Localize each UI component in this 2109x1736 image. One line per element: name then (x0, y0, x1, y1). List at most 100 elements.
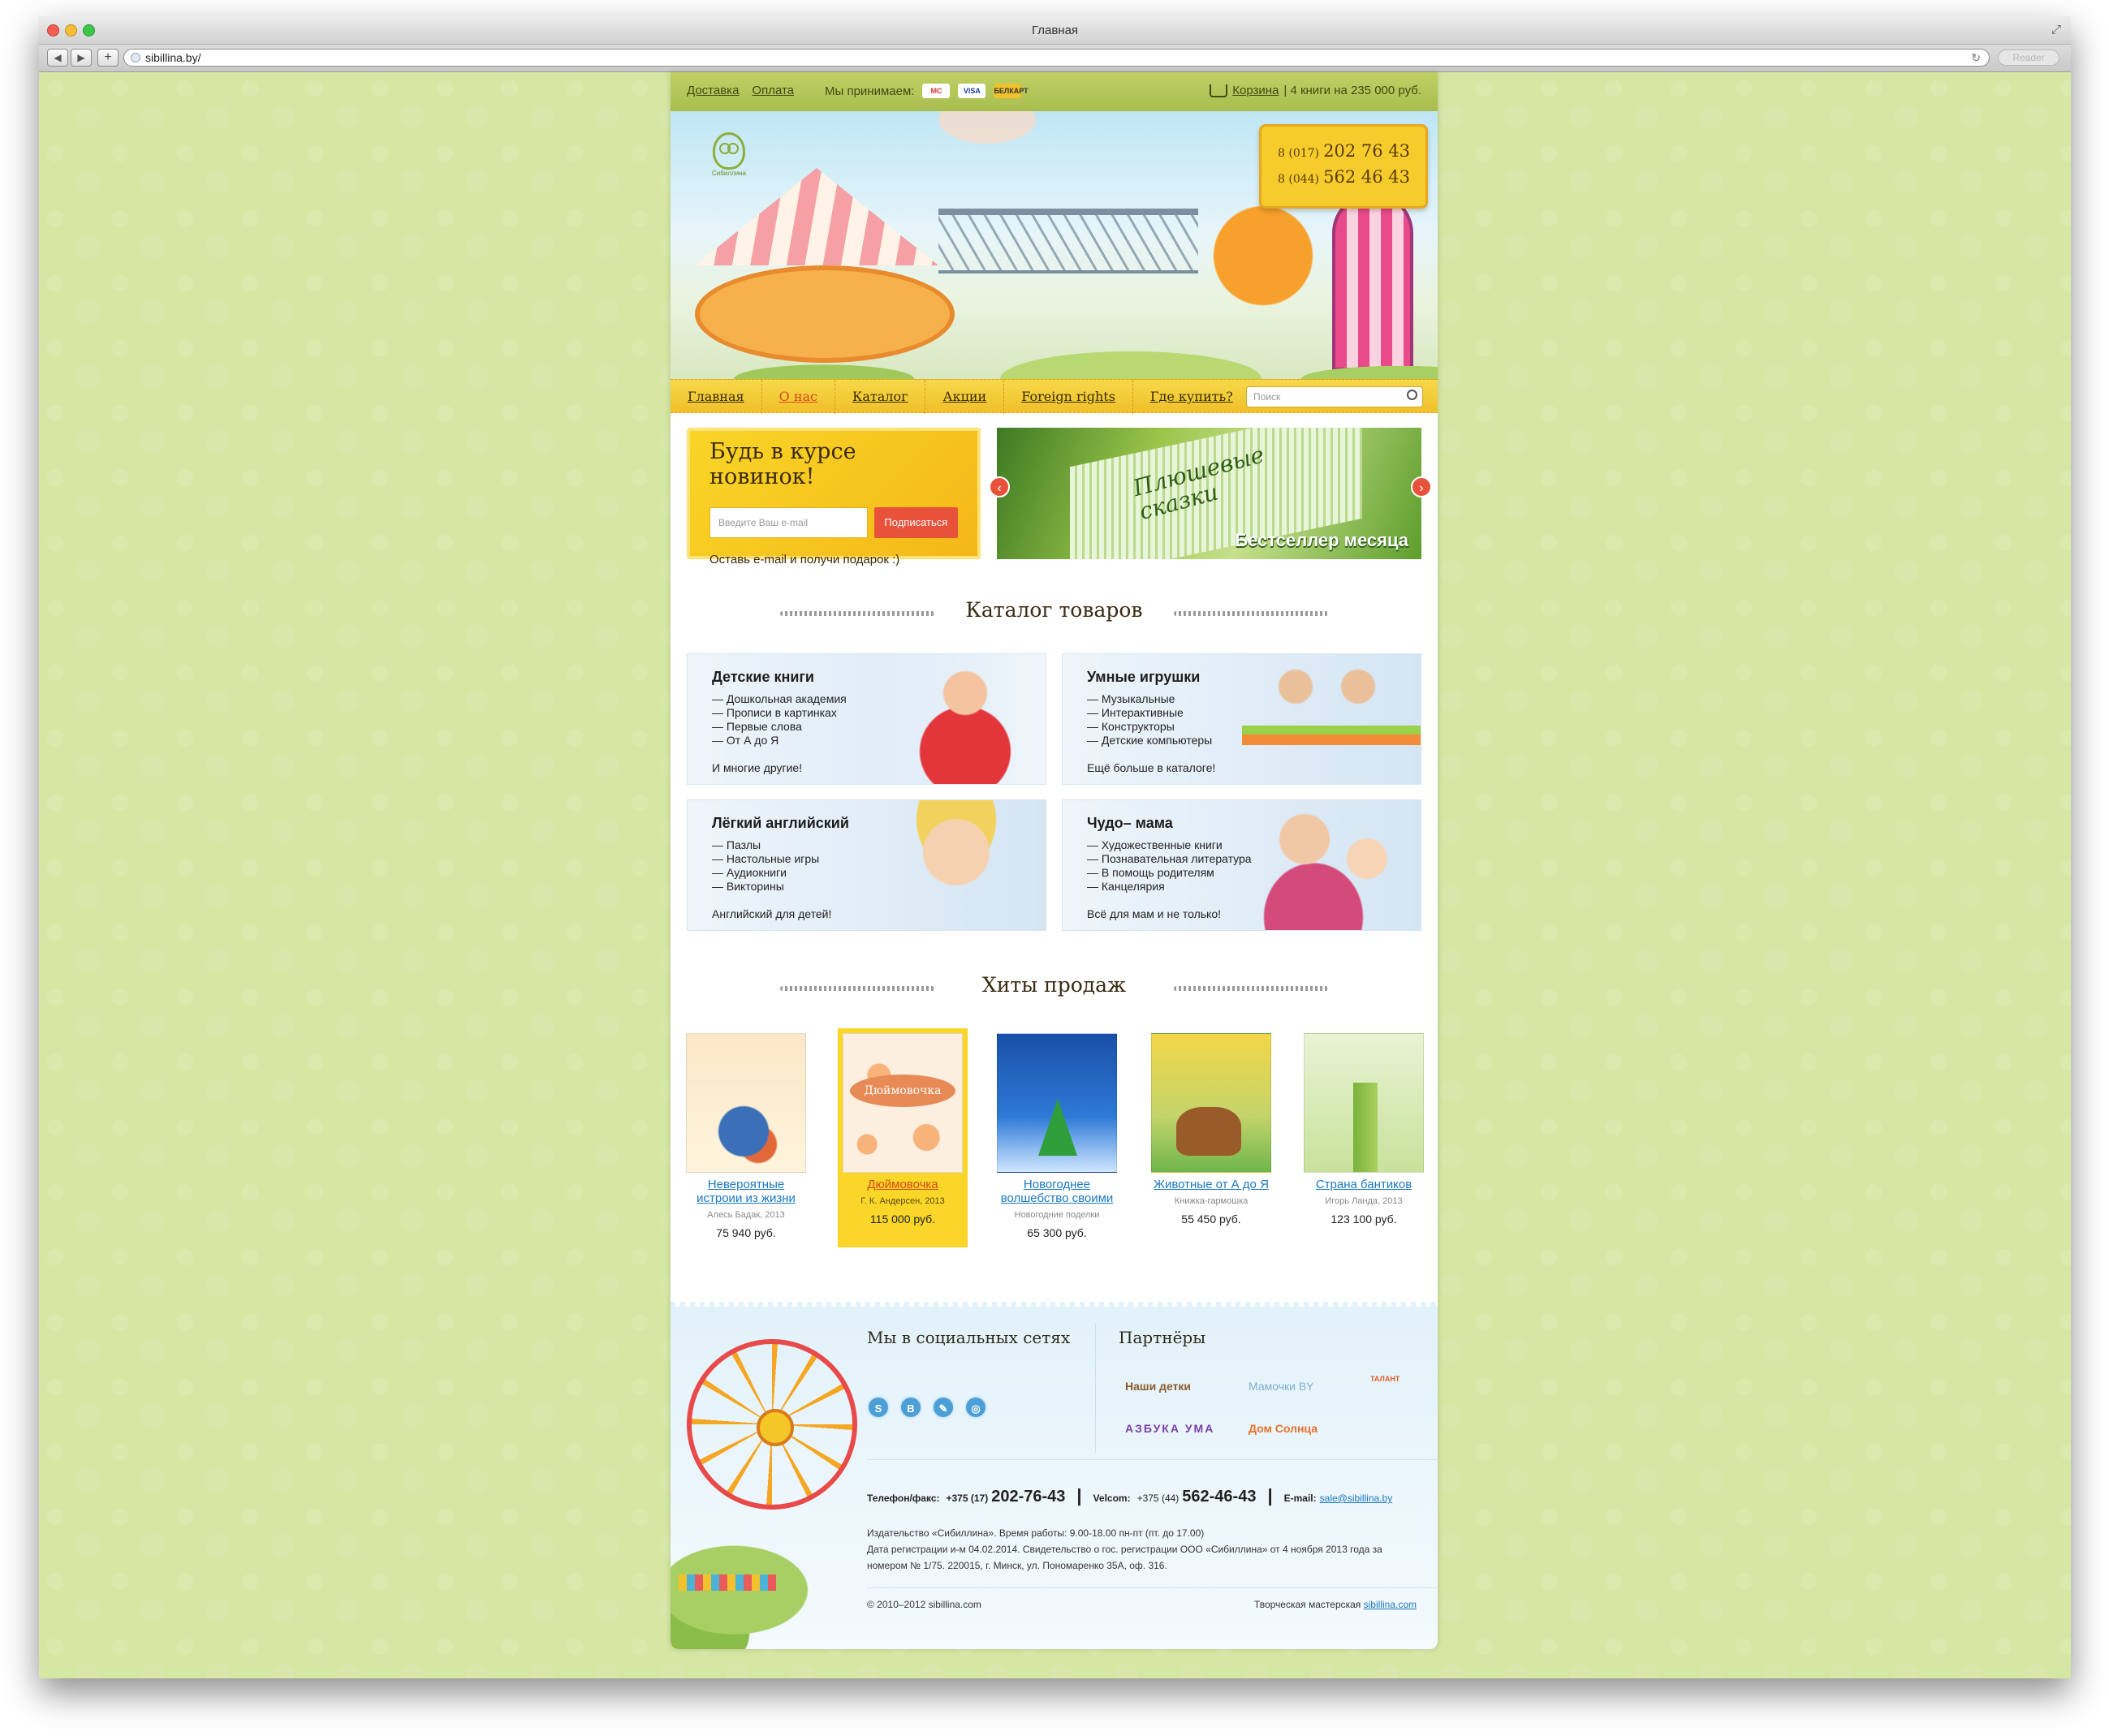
book-cover[interactable] (1304, 1033, 1424, 1173)
accept-label: Мы принимаем: (825, 84, 915, 98)
phone-label: Телефон/факс: (867, 1493, 940, 1504)
payment-link[interactable]: Оплата (752, 84, 794, 97)
category-image (867, 654, 1046, 784)
instagram-icon[interactable]: ◎ (964, 1396, 987, 1419)
browser-toolbar: ◀ ▶ + sibillina.by/ ↻ Reader (39, 45, 2071, 72)
partner-logo[interactable]: АЗБУКА УМА (1125, 1422, 1214, 1435)
cart-summary: | 4 книги на 235 000 руб. (1283, 84, 1421, 97)
visa-icon: VISA (958, 84, 986, 98)
phone-prefix: 8 (044) (1278, 173, 1320, 186)
email-link[interactable]: sale@sibillina.by (1320, 1493, 1393, 1504)
basket-icon[interactable] (1210, 84, 1228, 97)
book-card[interactable]: Страна бантиков Игорь Ланда, 2013 123 10… (1299, 1028, 1429, 1247)
title-bar: Главная ⤢ (39, 16, 2071, 45)
book-meta: Книжка-гармошка (1174, 1196, 1249, 1206)
studio-link[interactable]: sibillina.com (1364, 1599, 1417, 1610)
contacts-line: Телефон/факс: +375 (17) 202-76-43 | Velc… (867, 1485, 1393, 1506)
back-button[interactable]: ◀ (47, 49, 68, 67)
book-card[interactable]: Невероятные истроии из жизни Алесь Бадак… (681, 1028, 811, 1247)
menu-item-about[interactable]: О нас (762, 380, 835, 414)
legal-line: Издательство «Сибиллина». Время работы: … (867, 1527, 1205, 1539)
footer: Мы в социальных сетях S B ✎ ◎ Партнёры Н… (671, 1302, 1438, 1649)
legal-info: Издательство «Сибиллина». Время работы: … (867, 1525, 1403, 1574)
book-cover[interactable] (686, 1033, 806, 1173)
site-logo[interactable]: Сибиллина (705, 132, 753, 177)
vk-icon[interactable]: B (899, 1396, 922, 1419)
window-title: Главная (1031, 24, 1079, 37)
book-price: 123 100 руб. (1331, 1213, 1397, 1226)
subscribe-button[interactable]: Подписаться (873, 507, 958, 538)
search-placeholder: Поиск (1253, 391, 1281, 403)
category-image (1242, 800, 1421, 930)
studio-credit: Творческая мастерская sibillina.com (1254, 1599, 1417, 1610)
ferris-wheel-illustration (687, 1339, 857, 1510)
skype-icon[interactable]: S (867, 1396, 890, 1419)
subscribe-title: Будь в курсе новинок! (709, 439, 856, 489)
phone-sign: 8 (017) 202 76 43 8 (044) 562 46 43 (1259, 124, 1428, 209)
book-meta: Игорь Ланда, 2013 (1325, 1196, 1403, 1206)
book-card[interactable]: Дюймовочка Г. К. Андерсен, 2013 115 000 … (838, 1028, 968, 1247)
menu-item-where-to-buy[interactable]: Где купить? (1133, 380, 1250, 414)
category-image (867, 800, 1046, 930)
book-price: 55 450 руб. (1181, 1213, 1241, 1226)
phone-number: 562 46 43 (1323, 167, 1410, 187)
logo-text: Сибиллина (712, 170, 746, 177)
velcom-number: 562-46-43 (1182, 1488, 1257, 1506)
velcom-prefix: +375 (44) (1136, 1493, 1180, 1504)
book-cover[interactable] (997, 1033, 1117, 1173)
catalog-heading: Каталог товаров (671, 598, 1438, 622)
legal-line: Дата регистрации и-м 04.02.2014. Свидете… (867, 1544, 1382, 1571)
browser-window: Главная ⤢ ◀ ▶ + sibillina.by/ ↻ Reader Д… (39, 16, 2071, 1678)
category-card-smart-toys[interactable]: Умные игрушки Музыкальные Интерактивные … (1062, 653, 1421, 785)
book-cover[interactable] (843, 1033, 963, 1173)
book-title[interactable]: Невероятные истроии из жизни (681, 1178, 811, 1205)
search-input[interactable]: Поиск (1246, 386, 1423, 407)
slider-next-button[interactable]: › (1411, 476, 1432, 498)
book-card[interactable]: Животные от А до Я Книжка-гармошка 55 45… (1146, 1028, 1276, 1247)
category-image (1242, 654, 1421, 784)
phone-number: 202 76 43 (1323, 141, 1410, 161)
menu-item-home[interactable]: Главная (671, 380, 762, 414)
book-price: 65 300 руб. (1027, 1226, 1087, 1239)
slider-prev-button[interactable]: ‹ (989, 476, 1010, 498)
phone-prefix: 8 (017) (1278, 147, 1320, 160)
bestseller-banner[interactable]: Плюшевые сказки Бестселлер месяца (997, 428, 1421, 559)
book-title[interactable]: Дюймовочка (838, 1178, 968, 1191)
book-title[interactable]: Новогоднее волшебство своими (992, 1178, 1122, 1205)
email-field[interactable]: Введите Ваш e-mail (709, 507, 868, 538)
search-icon[interactable] (1407, 390, 1417, 400)
cart-link[interactable]: Корзина (1232, 84, 1279, 97)
partner-logo[interactable]: Дом Солнца (1249, 1422, 1318, 1435)
partner-logo[interactable]: Мамочки BY (1249, 1380, 1314, 1393)
category-more: Английский для детей! (712, 907, 832, 920)
category-card-kids-books[interactable]: Детские книги Дошкольная академия Пропис… (687, 653, 1046, 785)
book-title[interactable]: Животные от А до Я (1146, 1178, 1276, 1191)
book-cover[interactable] (1151, 1033, 1271, 1173)
partner-logo[interactable]: ТАЛАНТ (1370, 1375, 1400, 1383)
book-title[interactable]: Страна бантиков (1299, 1178, 1429, 1191)
add-bookmark-button[interactable]: + (97, 49, 119, 67)
reader-button[interactable]: Reader (1998, 50, 2059, 66)
delivery-link[interactable]: Доставка (687, 84, 739, 97)
top-bar: Доставка Оплата Мы принимаем: MC VISA БЕ… (671, 72, 1438, 116)
copyright: © 2010–2012 sibillina.com (867, 1599, 981, 1610)
cart-widget: Корзина | 4 книги на 235 000 руб. (1210, 84, 1421, 97)
book-price: 75 940 руб. (716, 1226, 776, 1239)
menu-item-catalog[interactable]: Каталог (835, 380, 926, 414)
book-card[interactable]: Новогоднее волшебство своими Новогодние … (992, 1028, 1122, 1247)
category-more: И многие другие! (712, 761, 803, 774)
category-card-mama[interactable]: Чудо– мама Художественные книги Познават… (1062, 799, 1421, 931)
partner-logo[interactable]: Наши детки (1125, 1380, 1191, 1393)
livejournal-icon[interactable]: ✎ (932, 1396, 955, 1419)
fullscreen-icon[interactable]: ⤢ (2051, 23, 2061, 37)
menu-item-promotions[interactable]: Акции (925, 380, 1005, 414)
menu-item-foreign-rights[interactable]: Foreign rights (1004, 380, 1133, 414)
address-bar[interactable]: sibillina.by/ ↻ (123, 49, 1990, 67)
page-viewport: Доставка Оплата Мы принимаем: MC VISA БЕ… (39, 72, 2071, 1678)
category-card-easy-english[interactable]: Лёгкий английский Пазлы Настольные игры … (687, 799, 1046, 931)
site-page: Доставка Оплата Мы принимаем: MC VISA БЕ… (671, 72, 1438, 1649)
reload-icon[interactable]: ↻ (1971, 50, 1981, 66)
forward-button[interactable]: ▶ (71, 49, 92, 67)
banner-caption: Бестселлер месяца (1235, 530, 1408, 550)
studio-label: Творческая мастерская (1253, 1599, 1361, 1610)
